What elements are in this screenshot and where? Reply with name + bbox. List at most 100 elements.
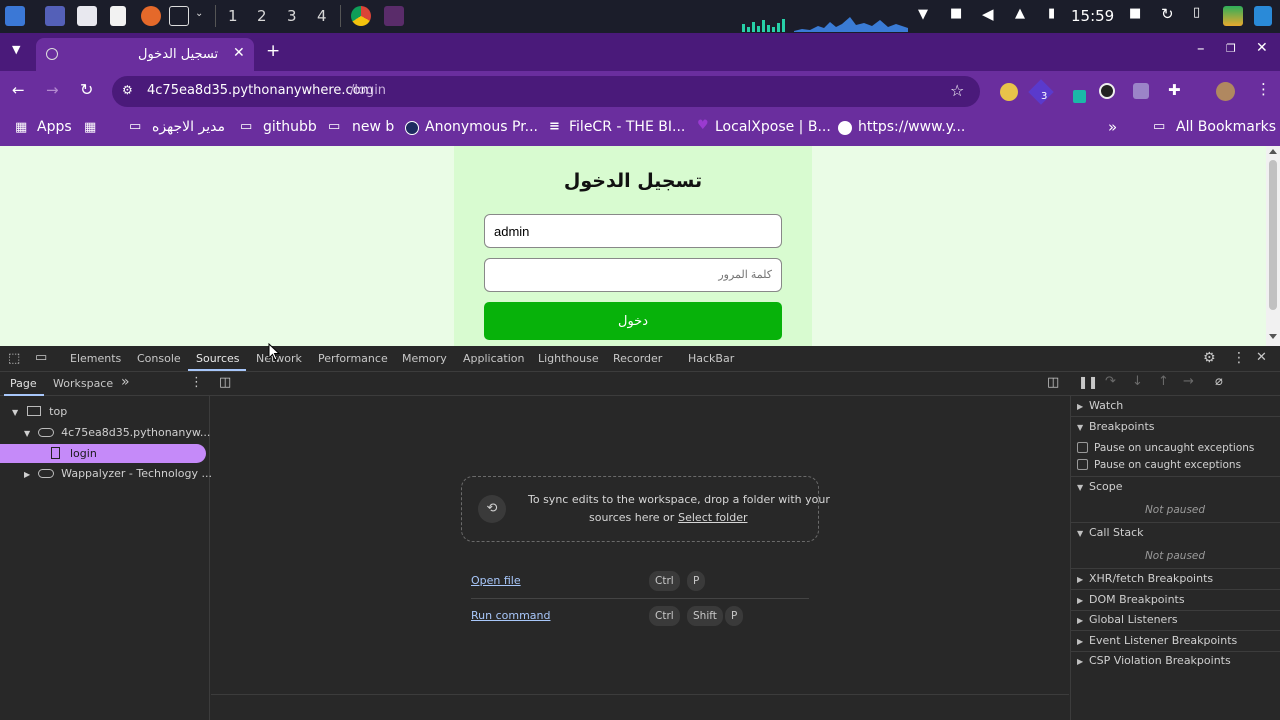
section-breakpoints[interactable]: ▼ Breakpoints: [1077, 420, 1155, 433]
bookmark-star-icon[interactable]: ☆: [950, 81, 964, 100]
page-scrollbar[interactable]: [1266, 146, 1280, 346]
tab-performance[interactable]: Performance: [318, 352, 388, 365]
battery-icon[interactable]: ▮: [1048, 6, 1055, 21]
bookmark-device-manager[interactable]: مدير الاجهزه: [152, 119, 225, 135]
tab-application[interactable]: Application: [463, 352, 524, 365]
firefox-icon[interactable]: [141, 6, 161, 26]
scroll-down-icon[interactable]: [1269, 334, 1277, 339]
stack-app-icon[interactable]: [1223, 6, 1243, 26]
address-bar[interactable]: ⚙ 4c75ea8d35.pythonanywhere.com /login ☆: [112, 76, 980, 107]
volume-icon[interactable]: ◀: [982, 5, 994, 23]
tab-login[interactable]: تسجيل الدخول ✕: [36, 38, 254, 71]
section-global-listeners[interactable]: ▶ Global Listeners: [1077, 613, 1178, 626]
tab-lighthouse[interactable]: Lighthouse: [538, 352, 599, 365]
workspace-4[interactable]: 4: [317, 7, 327, 25]
tab-memory[interactable]: Memory: [402, 352, 447, 365]
step-icon[interactable]: →: [1183, 374, 1194, 389]
tree-row-top[interactable]: ▼ top: [12, 405, 67, 418]
checkbox[interactable]: [1077, 459, 1088, 470]
login-button[interactable]: دخول: [484, 302, 782, 340]
wifi-icon[interactable]: ▼: [918, 7, 928, 22]
pause-icon[interactable]: ❚❚: [1078, 375, 1098, 389]
more-bookmarks-chevron-icon[interactable]: »: [1108, 118, 1117, 136]
back-arrow-icon[interactable]: ←: [12, 81, 25, 99]
bookmark-localxpose[interactable]: LocalXpose | B...: [715, 119, 831, 135]
tree-row-domain[interactable]: ▼ 4c75ea8d35.pythonanyw...: [24, 426, 210, 439]
toggle-navigator-icon[interactable]: ◫: [219, 375, 231, 390]
tab-hackbar[interactable]: HackBar: [688, 352, 734, 365]
forward-arrow-icon[interactable]: →: [46, 81, 59, 99]
extensions-puzzle-icon[interactable]: ✚: [1168, 81, 1181, 99]
vscode-icon[interactable]: [1254, 6, 1272, 26]
scrollbar-thumb[interactable]: [1269, 160, 1277, 310]
bookmark-filecr[interactable]: FileCR - THE BI...: [569, 119, 685, 135]
workspace-2[interactable]: 2: [257, 7, 267, 25]
section-event-listener-breakpoints[interactable]: ▶ Event Listener Breakpoints: [1077, 634, 1237, 647]
scroll-up-icon[interactable]: [1269, 149, 1277, 154]
subtab-workspace[interactable]: Workspace: [53, 377, 113, 390]
extension-icon[interactable]: [1000, 83, 1018, 101]
section-call-stack[interactable]: ▼ Call Stack: [1077, 526, 1143, 539]
menu-kebab-icon[interactable]: ⋮: [1256, 80, 1271, 98]
tab-console[interactable]: Console: [137, 352, 181, 365]
subtab-page[interactable]: Page: [10, 377, 37, 390]
device-toolbar-icon[interactable]: ▭: [35, 350, 47, 365]
inspect-element-icon[interactable]: ⬚: [8, 351, 20, 366]
settings-gear-icon[interactable]: ⚙: [1203, 350, 1216, 366]
workspace-3[interactable]: 3: [287, 7, 297, 25]
extension-icon[interactable]: [1099, 83, 1115, 99]
section-watch[interactable]: ▶ Watch: [1077, 399, 1123, 412]
tree-row-login-selected[interactable]: login: [0, 444, 206, 463]
apps-grid-icon[interactable]: ▦: [15, 120, 27, 135]
open-file-link[interactable]: Open file: [471, 574, 521, 587]
pause-uncaught-checkbox-row[interactable]: Pause on uncaught exceptions: [1077, 442, 1254, 454]
step-out-icon[interactable]: ↑: [1158, 374, 1169, 389]
bookmark-new-b[interactable]: new b: [352, 119, 394, 135]
tab-search-icon[interactable]: ▼: [12, 43, 20, 56]
clipboard-icon[interactable]: ▯: [1193, 5, 1200, 20]
grid-icon[interactable]: ▦: [84, 120, 96, 135]
deactivate-breakpoints-icon[interactable]: ⌀: [1215, 374, 1223, 389]
text-editor-icon[interactable]: [110, 6, 126, 26]
chevron-down-icon[interactable]: ⌄: [195, 8, 203, 19]
close-devtools-icon[interactable]: ✕: [1256, 350, 1267, 365]
pause-caught-checkbox-row[interactable]: Pause on caught exceptions: [1077, 459, 1241, 471]
step-into-icon[interactable]: ↓: [1132, 374, 1143, 389]
bookmark-anonymous[interactable]: Anonymous Pr...: [425, 119, 538, 135]
reload-icon[interactable]: ↻: [80, 80, 93, 99]
all-bookmarks[interactable]: All Bookmarks: [1176, 119, 1276, 135]
site-info-icon[interactable]: ⚙: [122, 83, 133, 97]
tab-sources[interactable]: Sources: [196, 352, 240, 365]
more-options-icon[interactable]: ⋮: [1232, 350, 1246, 366]
new-tab-icon[interactable]: +: [266, 41, 280, 61]
select-folder-link[interactable]: Select folder: [678, 511, 747, 524]
tab-recorder[interactable]: Recorder: [613, 352, 662, 365]
maximize-icon[interactable]: ❐: [1226, 42, 1236, 55]
tab-elements[interactable]: Elements: [70, 352, 121, 365]
lock-icon[interactable]: ■: [1129, 6, 1141, 21]
terminal-icon[interactable]: [169, 6, 189, 26]
section-scope[interactable]: ▼ Scope: [1077, 480, 1123, 493]
password-input[interactable]: [484, 258, 782, 292]
section-xhr-breakpoints[interactable]: ▶ XHR/fetch Breakpoints: [1077, 572, 1213, 585]
minimize-icon[interactable]: –: [1197, 39, 1205, 57]
desktop-icon[interactable]: [45, 6, 65, 26]
navigator-menu-icon[interactable]: ⋮: [190, 375, 203, 390]
section-dom-breakpoints[interactable]: ▶ DOM Breakpoints: [1077, 593, 1185, 606]
workspace-1[interactable]: 1: [228, 7, 238, 25]
toggle-debugger-icon[interactable]: ◫: [1047, 375, 1059, 390]
close-window-icon[interactable]: ✕: [1256, 40, 1268, 56]
username-input[interactable]: [484, 214, 782, 248]
section-csp-breakpoints[interactable]: ▶ CSP Violation Breakpoints: [1077, 654, 1231, 667]
more-tabs-chevron-icon[interactable]: »: [121, 374, 130, 390]
camera-icon[interactable]: ■: [950, 6, 962, 21]
file-manager-icon[interactable]: [77, 6, 97, 26]
bookmark-apps[interactable]: Apps: [37, 119, 72, 135]
clock[interactable]: 15:59: [1071, 7, 1114, 25]
close-tab-icon[interactable]: ✕: [233, 45, 245, 61]
chrome-icon[interactable]: [351, 6, 371, 26]
extension-icon[interactable]: [1073, 90, 1086, 103]
workspace-dropzone[interactable]: ⟲ To sync edits to the workspace, drop a…: [461, 476, 830, 542]
start-menu-icon[interactable]: [5, 6, 25, 26]
tree-row-wappalyzer[interactable]: ▶ Wappalyzer - Technology ...: [24, 467, 212, 480]
